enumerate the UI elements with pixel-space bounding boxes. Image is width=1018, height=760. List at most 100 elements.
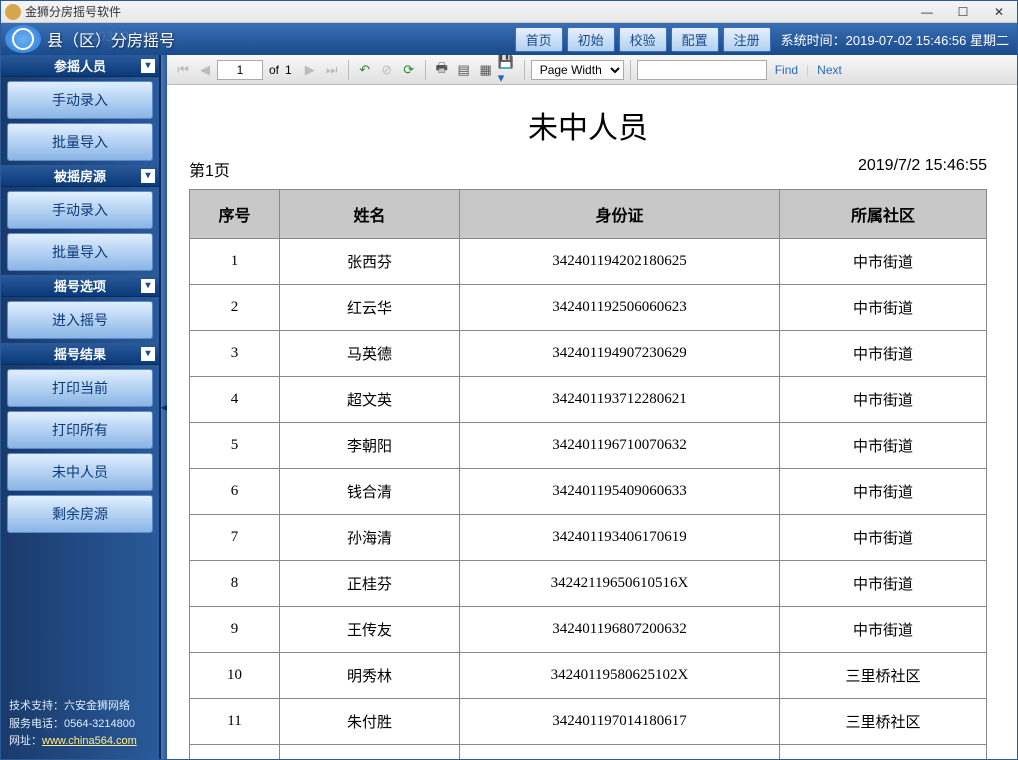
sidebar-item[interactable]: 手动录入 bbox=[7, 191, 153, 229]
menu-logo bbox=[5, 25, 41, 53]
menu-bar: 县（区）分房摇号 · pc0359.cn 首页 初始 校验 配置 注册 系统时间… bbox=[1, 23, 1017, 55]
cell-id: 342401194202180625 bbox=[460, 239, 780, 285]
cell-area: 中市街道 bbox=[780, 377, 987, 423]
col-id-header: 身份证 bbox=[460, 190, 780, 239]
cell-name: 张西芬 bbox=[280, 239, 460, 285]
window-title: 金狮分房摇号软件 bbox=[25, 3, 913, 20]
last-page-icon[interactable]: ⏭ bbox=[322, 60, 342, 80]
support-text: 技术支持：六安金狮网络 bbox=[9, 698, 151, 716]
menu-home-button[interactable]: 首页 bbox=[515, 27, 563, 52]
sidebar-section-header[interactable]: 参摇人员▾ bbox=[1, 55, 159, 77]
menu-init-button[interactable]: 初始 bbox=[567, 27, 615, 52]
cell-seq: 5 bbox=[190, 423, 280, 469]
cell-seq: 11 bbox=[190, 699, 280, 745]
cell-area: 中市街道 bbox=[780, 515, 987, 561]
print-icon[interactable]: 🖶 bbox=[432, 60, 452, 80]
system-time: 系统时间：2019-07-02 15:46:56 星期二 bbox=[773, 30, 1017, 49]
minimize-button[interactable]: — bbox=[913, 3, 941, 21]
maximize-button[interactable]: ☐ bbox=[949, 3, 977, 21]
cell-name: 超文英 bbox=[280, 377, 460, 423]
sidebar-item[interactable]: 未中人员 bbox=[7, 453, 153, 491]
chevron-down-icon[interactable]: ▾ bbox=[141, 279, 155, 293]
close-button[interactable]: ✕ bbox=[985, 3, 1013, 21]
report-table: 序号 姓名 身份证 所属社区 1张西芬342401194202180625中市街… bbox=[189, 189, 987, 759]
chevron-down-icon[interactable]: ▾ bbox=[141, 347, 155, 361]
cell-seq: 8 bbox=[190, 561, 280, 607]
cell-name: 红云华 bbox=[280, 285, 460, 331]
report-timestamp: 2019/7/2 15:46:55 bbox=[858, 157, 987, 181]
export-icon[interactable]: 💾▾ bbox=[498, 60, 518, 80]
title-bar: 金狮分房摇号软件 — ☐ ✕ bbox=[1, 1, 1017, 23]
sidebar-item[interactable]: 打印当前 bbox=[7, 369, 153, 407]
cell-area: 中市街道 bbox=[780, 469, 987, 515]
table-row: 2红云华342401192506060623中市街道 bbox=[190, 285, 987, 331]
cell-seq: 6 bbox=[190, 469, 280, 515]
sidebar-item[interactable]: 批量导入 bbox=[7, 123, 153, 161]
page-of-label: of bbox=[265, 63, 283, 77]
cell-name: 正桂芬 bbox=[280, 561, 460, 607]
cell-id: 342401195409060633 bbox=[460, 469, 780, 515]
refresh-icon[interactable]: ⟳ bbox=[399, 60, 419, 80]
menu-register-button[interactable]: 注册 bbox=[723, 27, 771, 52]
cell-seq: 4 bbox=[190, 377, 280, 423]
report-title: 未中人员 bbox=[189, 103, 987, 147]
next-page-icon[interactable]: ▶ bbox=[300, 60, 320, 80]
page-setup-icon[interactable]: ▦ bbox=[476, 60, 496, 80]
table-row: 3马英德342401194907230629中市街道 bbox=[190, 331, 987, 377]
chevron-down-icon[interactable]: ▾ bbox=[141, 59, 155, 73]
sidebar-item[interactable]: 手动录入 bbox=[7, 81, 153, 119]
cell-area: 三里桥社区 bbox=[780, 745, 987, 760]
cell-id: 342401193712280621 bbox=[460, 377, 780, 423]
sidebar-item[interactable]: 剩余房源 bbox=[7, 495, 153, 533]
phone-text: 服务电话：0564-3214800 bbox=[9, 716, 151, 734]
page-label: 第1页 bbox=[189, 157, 230, 181]
table-row: 1张西芬342401194202180625中市街道 bbox=[190, 239, 987, 285]
page-input[interactable] bbox=[217, 60, 263, 80]
cell-seq: 7 bbox=[190, 515, 280, 561]
table-row: 7孙海清342401193406170619中市街道 bbox=[190, 515, 987, 561]
main-area: ⏮ ◀ of 1 ▶ ⏭ ↶ ⊘ ⟳ 🖶 ▤ ▦ 💾▾ Page Width bbox=[167, 55, 1017, 759]
sidebar-item[interactable]: 批量导入 bbox=[7, 233, 153, 271]
back-icon[interactable]: ↶ bbox=[355, 60, 375, 80]
cell-area: 中市街道 bbox=[780, 331, 987, 377]
table-row: 8正桂芬34242119650610516X中市街道 bbox=[190, 561, 987, 607]
chevron-down-icon[interactable]: ▾ bbox=[141, 169, 155, 183]
cell-seq: 10 bbox=[190, 653, 280, 699]
report-toolbar: ⏮ ◀ of 1 ▶ ⏭ ↶ ⊘ ⟳ 🖶 ▤ ▦ 💾▾ Page Width bbox=[167, 55, 1017, 85]
sidebar-section-header[interactable]: 摇号结果▾ bbox=[1, 343, 159, 365]
cell-name: 马英德 bbox=[280, 331, 460, 377]
app-window: 金狮分房摇号软件 — ☐ ✕ 县（区）分房摇号 · pc0359.cn 首页 初… bbox=[0, 0, 1018, 760]
sidebar-section-header[interactable]: 摇号选项▾ bbox=[1, 275, 159, 297]
sidebar-section-header[interactable]: 被摇房源▾ bbox=[1, 165, 159, 187]
cell-name: 王传友 bbox=[280, 607, 460, 653]
menu-title: 县（区）分房摇号 bbox=[47, 27, 175, 51]
cell-area: 中市街道 bbox=[780, 561, 987, 607]
cell-id: 342401193305280616 bbox=[460, 745, 780, 760]
next-button[interactable]: Next bbox=[811, 63, 848, 77]
col-area-header: 所属社区 bbox=[780, 190, 987, 239]
cell-name: 明秀林 bbox=[280, 653, 460, 699]
menu-verify-button[interactable]: 校验 bbox=[619, 27, 667, 52]
find-input[interactable] bbox=[637, 60, 767, 80]
cell-name: 李朝阳 bbox=[280, 423, 460, 469]
print-layout-icon[interactable]: ▤ bbox=[454, 60, 474, 80]
cell-area: 中市街道 bbox=[780, 239, 987, 285]
cell-id: 34240119580625102X bbox=[460, 653, 780, 699]
sidebar-item[interactable]: 进入摇号 bbox=[7, 301, 153, 339]
stop-icon[interactable]: ⊘ bbox=[377, 60, 397, 80]
sidebar-item[interactable]: 打印所有 bbox=[7, 411, 153, 449]
menu-config-button[interactable]: 配置 bbox=[671, 27, 719, 52]
cell-name: 朱付胜 bbox=[280, 699, 460, 745]
prev-page-icon[interactable]: ◀ bbox=[195, 60, 215, 80]
cell-seq: 9 bbox=[190, 607, 280, 653]
first-page-icon[interactable]: ⏮ bbox=[173, 60, 193, 80]
site-link[interactable]: www.china564.com bbox=[42, 735, 137, 747]
cell-name: 钱合清 bbox=[280, 469, 460, 515]
cell-id: 342401196807200632 bbox=[460, 607, 780, 653]
table-row: 10明秀林34240119580625102X三里桥社区 bbox=[190, 653, 987, 699]
find-button[interactable]: Find bbox=[769, 63, 804, 77]
cell-name: 孙海清 bbox=[280, 515, 460, 561]
sidebar-footer: 技术支持：六安金狮网络 服务电话：0564-3214800 网址：www.chi… bbox=[1, 690, 159, 759]
zoom-select[interactable]: Page Width bbox=[531, 60, 624, 80]
table-row: 6钱合清342401195409060633中市街道 bbox=[190, 469, 987, 515]
